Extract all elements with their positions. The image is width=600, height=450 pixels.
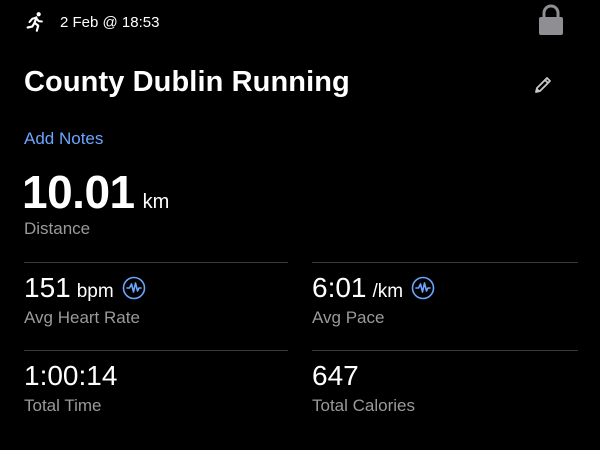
divider <box>312 350 578 351</box>
heart-rate-label: Avg Heart Rate <box>24 308 140 327</box>
lock-icon[interactable] <box>538 4 564 36</box>
workout-title: County Dublin Running <box>24 66 350 98</box>
divider <box>24 262 288 263</box>
stat-avg-pace: 6:01 /km Avg Pace <box>312 272 435 328</box>
total-time-value: 1:00:14 <box>24 360 118 391</box>
stat-avg-heart-rate: 151 bpm Avg Heart Rate <box>24 272 146 328</box>
divider <box>312 262 578 263</box>
divider <box>24 350 288 351</box>
stat-total-calories: 647 Total Calories <box>312 360 415 416</box>
pace-label: Avg Pace <box>312 308 385 327</box>
pace-value: 6:01 <box>312 272 367 303</box>
distance-display: 10.01 km <box>22 165 169 219</box>
distance-value: 10.01 <box>22 166 135 218</box>
status-header: 2 Feb @ 18:53 <box>24 4 564 36</box>
pencil-icon[interactable] <box>532 74 554 96</box>
distance-unit: km <box>142 191 170 213</box>
waveform-icon[interactable] <box>411 276 435 300</box>
add-notes-link[interactable]: Add Notes <box>24 129 103 149</box>
heart-rate-unit: bpm <box>76 281 114 302</box>
distance-label: Distance <box>24 219 91 238</box>
calories-value: 647 <box>312 360 359 391</box>
pace-unit: /km <box>372 281 404 302</box>
waveform-icon[interactable] <box>122 276 146 300</box>
stat-total-time: 1:00:14 Total Time <box>24 360 117 416</box>
calories-label: Total Calories <box>312 396 415 415</box>
workout-date-time: 2 Feb @ 18:53 <box>60 13 160 31</box>
heart-rate-value: 151 <box>24 272 71 303</box>
workout-detail-screen: 2 Feb @ 18:53 County Dublin Running Add … <box>0 0 600 450</box>
running-person-icon <box>24 11 46 33</box>
total-time-label: Total Time <box>24 396 102 415</box>
